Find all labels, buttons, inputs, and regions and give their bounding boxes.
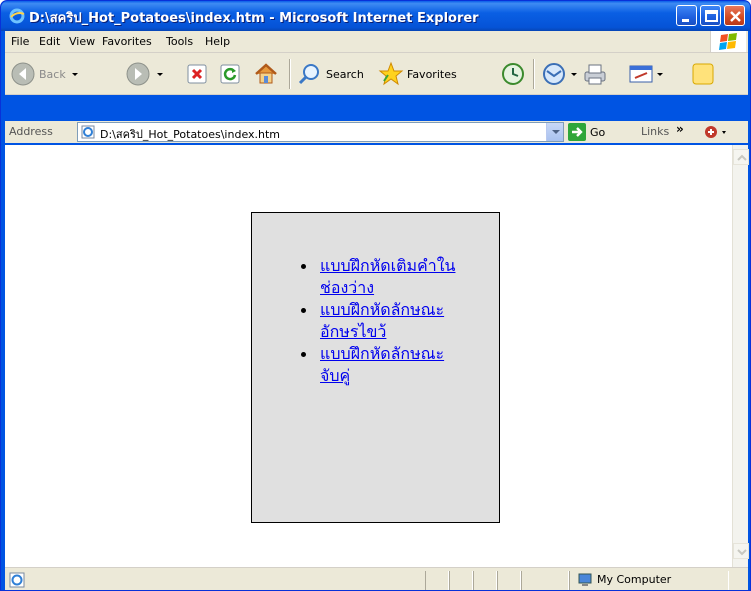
address-dropdown-button[interactable] <box>546 123 563 141</box>
window-title: D:\สคริป_Hot_Potatoes\index.htm - Micros… <box>29 11 479 26</box>
minimize-icon <box>682 19 689 22</box>
status-pane <box>497 571 521 590</box>
mail-button[interactable] <box>541 56 577 92</box>
page-status-icon <box>9 572 25 588</box>
close-icon <box>730 11 741 22</box>
go-arrow-icon <box>568 123 586 141</box>
exercise-link-list: แบบฝึกหัดเติมคำในช่องว่าง แบบฝึกหัดลักษณ… <box>301 255 460 387</box>
exercise-menu-panel: แบบฝึกหัดเติมคำในช่องว่าง แบบฝึกหัดลักษณ… <box>251 212 500 523</box>
exercise-link-gap-fill[interactable]: แบบฝึกหัดเติมคำในช่องว่าง <box>320 256 455 297</box>
list-item: แบบฝึกหัดเติมคำในช่องว่าง <box>301 255 460 299</box>
favorites-label: Favorites <box>407 67 457 81</box>
menu-view[interactable]: View <box>69 35 95 48</box>
search-icon <box>298 64 319 85</box>
menu-help[interactable]: Help <box>205 35 230 48</box>
status-pane <box>521 571 569 590</box>
mail-icon <box>543 63 565 85</box>
scroll-down-icon <box>737 549 747 556</box>
print-button[interactable] <box>582 56 608 92</box>
status-pane <box>473 571 497 590</box>
stop-button[interactable] <box>186 56 208 92</box>
close-button[interactable] <box>724 5 745 26</box>
status-pane <box>425 571 449 590</box>
toolbar-separator <box>533 59 535 89</box>
menu-favorites[interactable]: Favorites <box>102 35 152 48</box>
ie-icon <box>9 8 25 24</box>
browser-window: D:\สคริป_Hot_Potatoes\index.htm - Micros… <box>0 0 751 591</box>
mail-dropdown-icon[interactable] <box>571 72 577 76</box>
messenger-icon <box>692 63 714 85</box>
toolbar-separator <box>289 59 291 89</box>
scroll-down-button[interactable] <box>733 543 749 559</box>
go-label: Go <box>590 125 606 139</box>
minimize-button[interactable] <box>676 5 697 26</box>
edit-button[interactable] <box>627 56 663 92</box>
go-button[interactable]: Go <box>568 123 605 141</box>
address-label: Address <box>9 125 53 138</box>
refresh-icon <box>220 64 240 84</box>
maximize-button[interactable] <box>700 5 721 26</box>
back-label: Back <box>39 67 66 81</box>
menu-bar: File Edit View Favorites Tools Help <box>5 31 748 53</box>
edit-icon <box>629 65 653 83</box>
scroll-up-icon <box>737 154 747 161</box>
search-label: Search <box>326 67 364 81</box>
refresh-button[interactable] <box>219 56 241 92</box>
scroll-up-button[interactable] <box>733 149 749 165</box>
back-dropdown-icon[interactable] <box>71 72 78 76</box>
tools-extension-icon[interactable] <box>703 123 729 141</box>
status-bar: My Computer <box>5 567 748 590</box>
back-icon <box>11 62 35 86</box>
search-button[interactable]: Search <box>297 56 364 92</box>
favorites-star-icon <box>378 61 404 86</box>
messenger-button[interactable] <box>690 56 716 92</box>
links-chevron[interactable]: » <box>676 122 684 136</box>
exercise-link-matching[interactable]: แบบฝึกหัดลักษณะจับคู่ <box>320 344 444 385</box>
menu-file[interactable]: File <box>11 35 29 48</box>
links-label[interactable]: Links <box>641 125 669 138</box>
edit-dropdown-icon[interactable] <box>657 72 663 76</box>
status-zone-label: My Computer <box>597 573 672 586</box>
home-button[interactable] <box>253 56 279 92</box>
title-bar[interactable]: D:\สคริป_Hot_Potatoes\index.htm - Micros… <box>1 1 750 31</box>
vertical-scrollbar[interactable] <box>732 145 749 567</box>
windows-logo-icon <box>719 33 737 50</box>
windows-logo <box>710 31 746 52</box>
address-input[interactable]: D:\สคริป_Hot_Potatoes\index.htm <box>77 122 564 142</box>
stop-icon <box>187 64 207 84</box>
page-icon <box>81 125 95 139</box>
standard-toolbar: Back Search Favorites <box>5 53 748 95</box>
back-button[interactable]: Back <box>10 56 78 92</box>
history-icon <box>502 63 524 85</box>
forward-icon <box>126 62 150 86</box>
forward-button[interactable] <box>125 56 163 92</box>
exercise-link-crossword[interactable]: แบบฝึกหัดลักษณะอักษรไขว้ <box>320 300 444 341</box>
menu-tools[interactable]: Tools <box>166 35 193 48</box>
address-value[interactable]: D:\สคริป_Hot_Potatoes\index.htm <box>100 125 280 143</box>
computer-icon <box>578 573 592 586</box>
home-icon <box>255 63 277 84</box>
print-icon <box>584 64 606 85</box>
address-bar: Address D:\สคริป_Hot_Potatoes\index.htm … <box>5 121 748 143</box>
menu-edit[interactable]: Edit <box>39 35 60 48</box>
status-pane <box>449 571 473 590</box>
forward-dropdown-icon[interactable] <box>157 72 163 76</box>
history-button[interactable] <box>500 56 526 92</box>
maximize-icon <box>705 10 718 22</box>
list-item: แบบฝึกหัดลักษณะอักษรไขว้ <box>301 299 460 343</box>
list-item: แบบฝึกหัดลักษณะจับคู่ <box>301 343 460 387</box>
favorites-button[interactable]: Favorites <box>378 56 457 92</box>
